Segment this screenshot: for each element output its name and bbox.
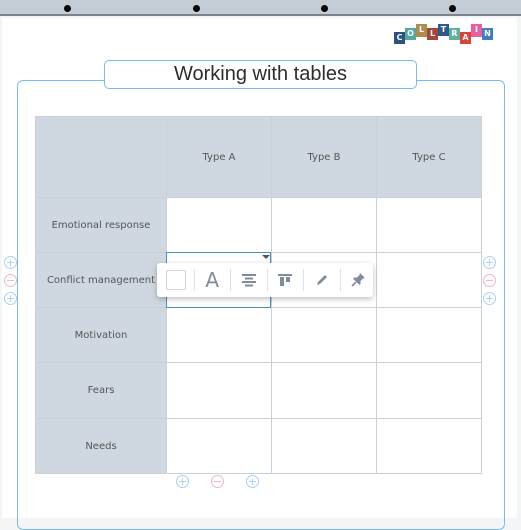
table-cell[interactable] — [166, 197, 272, 253]
cell-dropdown-arrow-icon[interactable] — [262, 255, 270, 259]
logo-letter-tile: C — [394, 32, 405, 44]
table-cell[interactable] — [376, 418, 482, 474]
text-color-button[interactable]: A — [198, 267, 228, 293]
table-cell[interactable] — [376, 197, 482, 253]
logo-letter-tile: T — [438, 24, 449, 36]
toolbar-divider — [339, 269, 341, 291]
vertical-align-button[interactable] — [271, 267, 301, 293]
pencil-icon — [316, 275, 327, 285]
page-title: Working with tables — [104, 60, 417, 89]
text-align-button[interactable] — [234, 267, 264, 293]
table-row: Motivation — [35, 307, 482, 363]
cell-format-toolbar: A — [157, 263, 373, 297]
table-row: Emotional response — [35, 197, 482, 253]
table-cell[interactable] — [166, 362, 272, 419]
table-cell[interactable] — [271, 307, 377, 363]
corner-header-cell — [35, 116, 167, 198]
column-header[interactable]: Type A — [166, 116, 272, 198]
table-cell[interactable] — [166, 418, 272, 474]
logo-letter-tile: O — [405, 28, 416, 40]
table-row: Needs — [35, 418, 482, 474]
toolbar-divider — [303, 269, 304, 291]
column-header[interactable]: Type C — [376, 116, 482, 198]
row-header[interactable]: Motivation — [35, 307, 167, 363]
logo-letter-tile: L — [416, 24, 427, 37]
color-swatch-icon — [165, 270, 186, 290]
table-row: Fears — [35, 362, 482, 419]
table-cell[interactable] — [271, 197, 377, 253]
add-row-above-button[interactable]: + — [4, 256, 17, 269]
logo-letter-tile: L — [427, 28, 438, 40]
binder-strip — [0, 0, 521, 16]
add-column-left-button[interactable]: + — [176, 475, 189, 488]
table-cell[interactable] — [376, 307, 482, 363]
row-header[interactable]: Emotional response — [35, 197, 167, 253]
delete-row-button[interactable]: − — [483, 274, 496, 287]
pin-button[interactable] — [344, 267, 374, 293]
toolbar-divider — [230, 269, 231, 291]
row-header[interactable]: Needs — [35, 418, 167, 474]
text-color-icon: A — [205, 268, 220, 292]
edit-button[interactable] — [307, 267, 337, 293]
add-row-below-button[interactable]: + — [4, 292, 17, 305]
table-cell[interactable] — [376, 362, 482, 419]
table-cell[interactable] — [271, 418, 377, 474]
delete-row-button[interactable]: − — [4, 274, 17, 287]
row-header[interactable]: Fears — [35, 362, 167, 419]
row-header[interactable]: Conflict management — [35, 252, 167, 308]
colltrain-logo: COLLTRAIN — [394, 24, 493, 46]
column-header[interactable]: Type B — [271, 116, 377, 198]
logo-letter-tile: A — [460, 32, 471, 44]
add-column-right-button[interactable]: + — [246, 475, 259, 488]
logo-letter-tile: I — [471, 24, 482, 37]
delete-column-button[interactable]: − — [211, 475, 224, 488]
logo-letter-tile: R — [449, 28, 460, 40]
binder-hole — [193, 5, 200, 12]
align-center-icon — [241, 274, 256, 287]
toolbar-divider — [266, 269, 268, 291]
logo-letter-tile: N — [482, 28, 493, 40]
background-color-button[interactable] — [161, 267, 191, 293]
table-cell[interactable] — [166, 307, 272, 363]
add-row-below-button[interactable]: + — [483, 292, 496, 305]
vertical-align-top-icon — [278, 274, 293, 286]
toolbar-divider — [193, 269, 195, 291]
binder-hole — [64, 5, 71, 12]
pin-icon — [351, 273, 366, 287]
add-row-above-button[interactable]: + — [483, 256, 496, 269]
table-cell[interactable] — [376, 252, 482, 308]
table-cell[interactable] — [271, 362, 377, 419]
binder-hole — [449, 5, 456, 12]
binder-hole — [321, 5, 328, 12]
